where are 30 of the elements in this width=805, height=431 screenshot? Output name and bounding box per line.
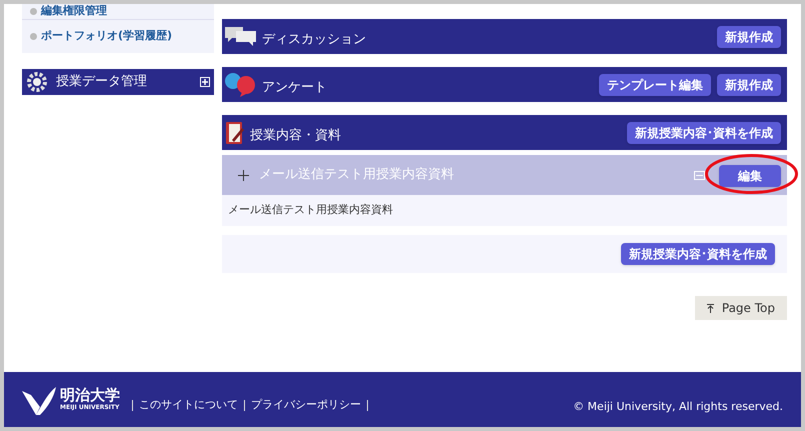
sidebar-item[interactable]: 編集権限管理 [22, 4, 214, 20]
qa-bubbles-icon [224, 72, 258, 98]
expand-icon[interactable] [200, 77, 210, 87]
content-item-body: メール送信テスト用授業内容資料 [228, 202, 393, 218]
sidebar-section-header[interactable]: 授業データ管理 [22, 69, 214, 95]
speech-bubbles-icon [224, 24, 258, 48]
section-action-button[interactable]: 新規作成 [717, 74, 781, 96]
bullet-icon [30, 33, 37, 40]
section-title: 授業データ管理 [56, 73, 148, 92]
sidebar-item[interactable]: ポートフォリオ(学習履歴) [22, 20, 214, 53]
section-action-button[interactable]: テンプレート編集 [599, 74, 711, 96]
edit-button[interactable]: 編集 [719, 165, 781, 187]
section-title: ディスカッション [262, 30, 367, 49]
footer-link[interactable]: プライバシーポリシー [251, 397, 361, 414]
create-material-button[interactable]: 新規授業内容･資料を作成 [621, 243, 775, 265]
copyright-text: © Meiji University, All rights reserved. [573, 399, 783, 416]
section-title: 授業内容・資料 [250, 126, 342, 145]
section-action-button[interactable]: 新規作成 [717, 26, 781, 48]
page-top-button[interactable]: Page Top [694, 296, 787, 320]
bullet-icon [30, 8, 37, 15]
content-item-title: メール送信テスト用授業内容資料 [259, 166, 455, 184]
gear-icon [26, 71, 48, 93]
notebook-icon [224, 120, 246, 146]
logo-text: 明治大学 [60, 388, 120, 403]
section-title: アンケート [262, 78, 328, 97]
section-action-button[interactable]: 新規授業内容･資料を作成 [627, 122, 781, 144]
footer-link[interactable]: このサイトについて [139, 397, 238, 414]
arrow-up-icon [706, 304, 714, 312]
logo-mark-icon [22, 384, 58, 414]
move-handle-icon[interactable] [238, 170, 249, 180]
